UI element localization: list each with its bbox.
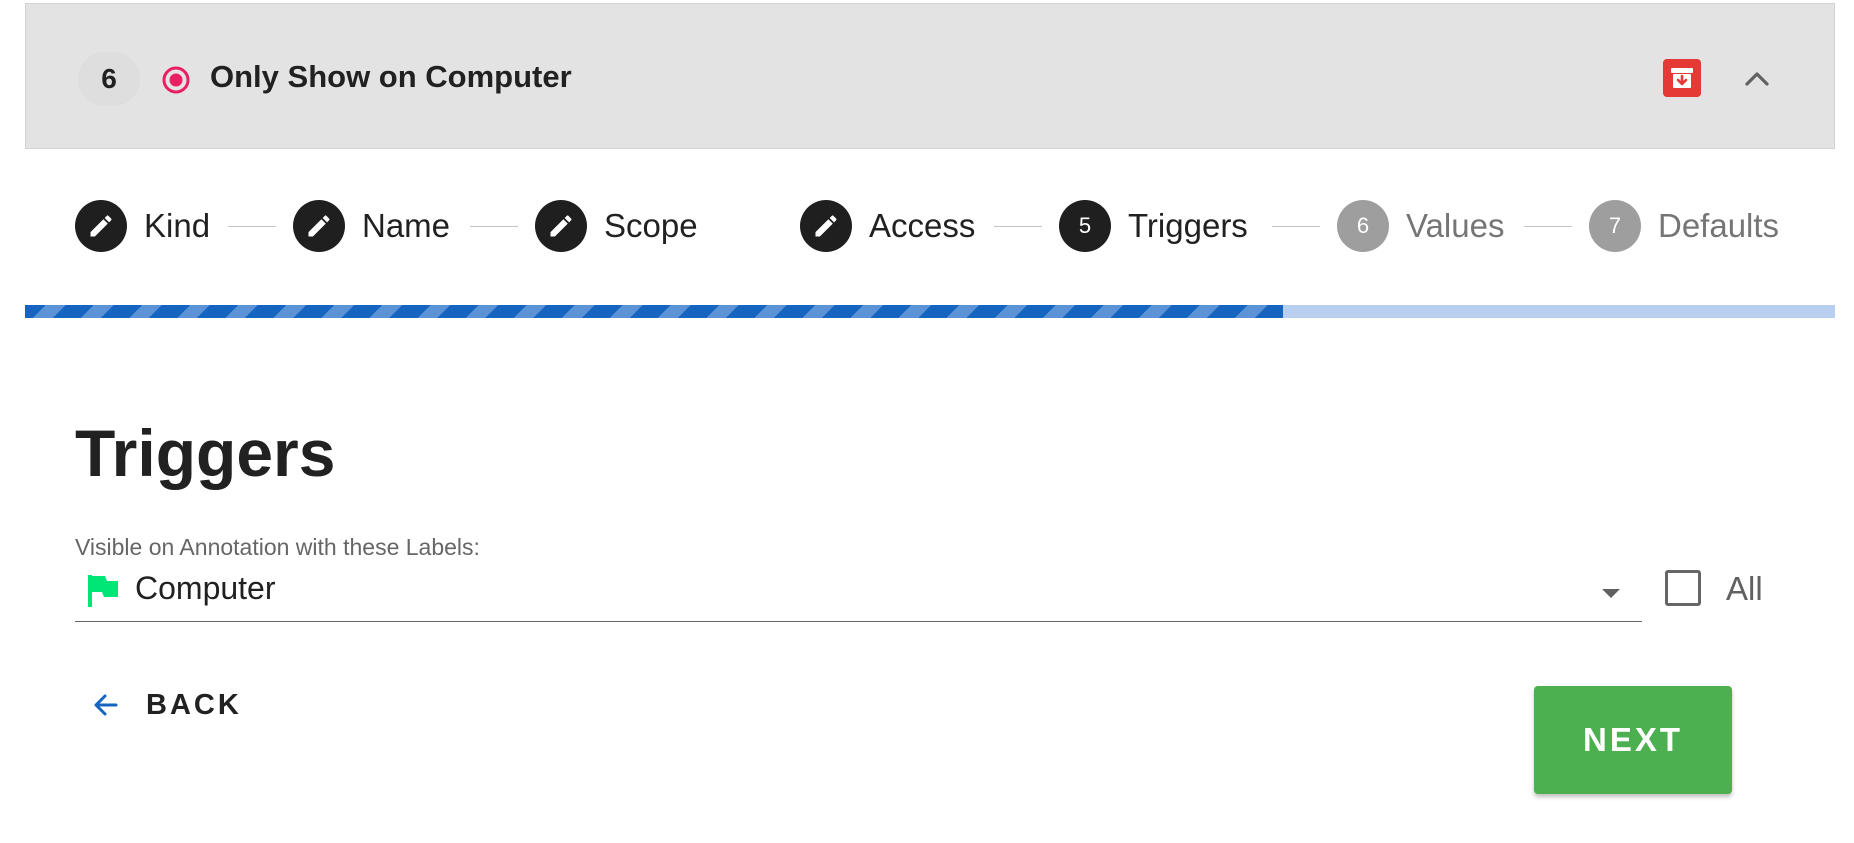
- archive-icon: [1671, 68, 1693, 88]
- step-scope[interactable]: Scope: [535, 200, 698, 252]
- step-indicator: [535, 200, 587, 252]
- step-indicator: [75, 200, 127, 252]
- flag-icon: [88, 575, 118, 607]
- panel-header[interactable]: 6 Only Show on Computer: [25, 3, 1835, 149]
- step-label: Values: [1406, 207, 1505, 244]
- step-connector: [994, 226, 1042, 227]
- step-number-badge: 6: [78, 52, 140, 106]
- step-indicator: 7: [1589, 200, 1641, 252]
- collapse-button[interactable]: [1738, 60, 1776, 98]
- labels-select[interactable]: Computer: [75, 565, 1642, 622]
- step-access[interactable]: Access: [800, 200, 975, 252]
- step-connector: [1524, 226, 1572, 227]
- back-button-label: BACK: [146, 688, 242, 721]
- chevron-up-icon: [1745, 72, 1769, 86]
- step-indicator: 5: [1059, 200, 1111, 252]
- step-label: Scope: [604, 207, 698, 244]
- archive-button[interactable]: [1663, 59, 1701, 97]
- progress-fill: [25, 305, 1283, 318]
- pencil-icon: [815, 215, 837, 237]
- step-triggers[interactable]: 5 Triggers: [1059, 200, 1248, 252]
- page-title: Triggers: [75, 416, 336, 490]
- radio-checked-icon: [162, 66, 190, 94]
- all-checkbox[interactable]: [1665, 570, 1701, 606]
- arrow-left-icon: [94, 694, 118, 716]
- pencil-icon: [550, 215, 572, 237]
- step-indicator: [293, 200, 345, 252]
- all-checkbox-label: All: [1726, 570, 1763, 607]
- step-connector: [1272, 226, 1320, 227]
- step-connector: [228, 226, 276, 227]
- step-label: Name: [362, 207, 451, 244]
- step-defaults[interactable]: 7 Defaults: [1589, 200, 1779, 252]
- step-name[interactable]: Name: [293, 200, 450, 252]
- back-button[interactable]: BACK: [90, 681, 242, 729]
- step-indicator: [800, 200, 852, 252]
- selected-label: Computer: [135, 570, 276, 606]
- step-label: Access: [869, 207, 976, 244]
- step-indicator: 6: [1337, 200, 1389, 252]
- step-label: Kind: [144, 207, 211, 244]
- stepper: Kind Name Scope Access 5 Triggers 6 Valu…: [0, 200, 1854, 252]
- pencil-icon: [308, 215, 330, 237]
- progress-bar: [25, 305, 1835, 318]
- next-button[interactable]: NEXT: [1534, 686, 1732, 794]
- step-values[interactable]: 6 Values: [1337, 200, 1504, 252]
- header-title: Only Show on Computer: [210, 59, 572, 94]
- step-connector: [470, 226, 518, 227]
- step-label: Defaults: [1658, 207, 1780, 244]
- step-kind[interactable]: Kind: [75, 200, 210, 252]
- pencil-icon: [90, 215, 112, 237]
- step-label: Triggers: [1128, 207, 1248, 244]
- labels-field-label: Visible on Annotation with these Labels:: [75, 534, 480, 560]
- caret-down-icon[interactable]: [1599, 581, 1623, 605]
